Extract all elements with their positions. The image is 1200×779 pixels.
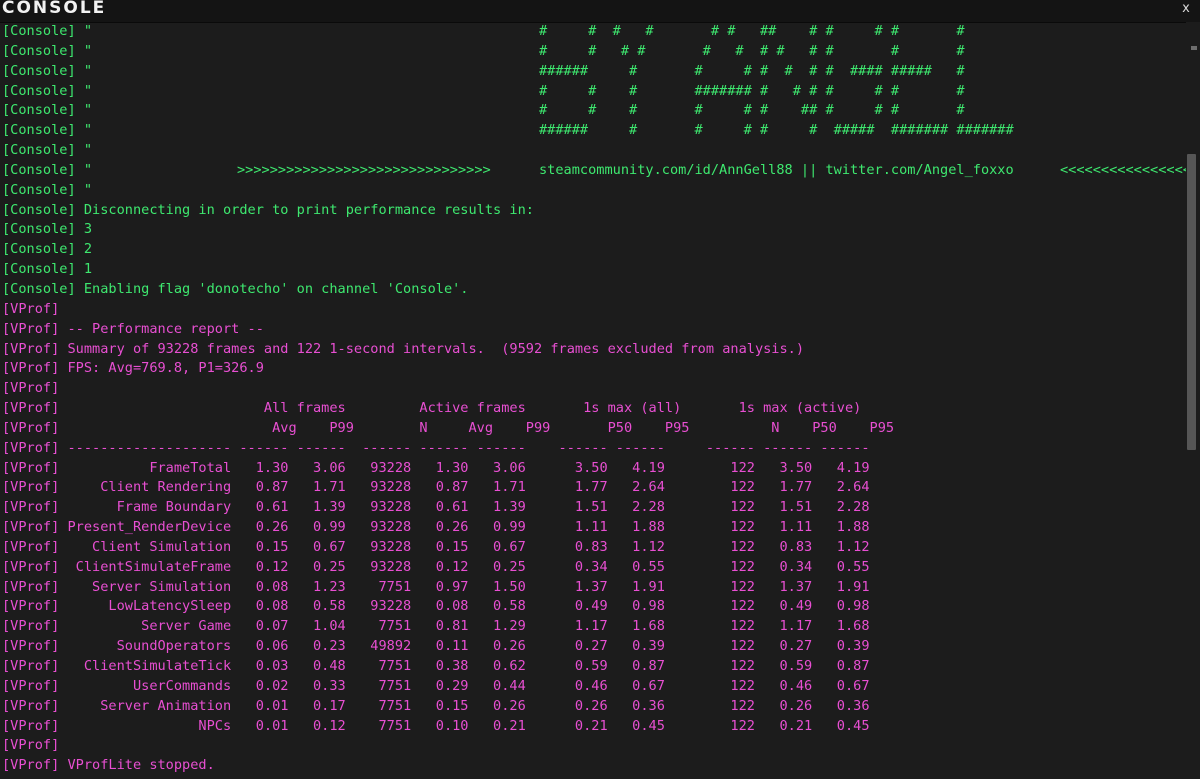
- line-text: [VProf] Client Rendering 0.87 1.71 93228…: [2, 479, 870, 496]
- vprof-line: [VProf] ClientSimulateTick 0.03 0.48 775…: [0, 657, 1186, 677]
- profile-links: steamcommunity.com/id/AnnGell88 || twitt…: [539, 161, 1014, 178]
- line-text: [Console] 1: [2, 261, 93, 278]
- vprof-line: [VProf] LowLatencySleep 0.08 0.58 93228 …: [0, 597, 1186, 617]
- vprof-line: [VProf]: [0, 736, 1186, 756]
- line-text: [VProf] -- Performance report --: [2, 320, 264, 337]
- vprof-line: [VProf] NPCs 0.01 0.12 7751 0.10 0.21 0.…: [0, 717, 1186, 737]
- ascii-art-row: ###### # # # # # # # #### ##### #: [539, 62, 965, 79]
- ascii-art-row: # # # # # # # # # # # #: [539, 42, 965, 59]
- line-text: [VProf] NPCs 0.01 0.12 7751 0.10 0.21 0.…: [2, 717, 870, 734]
- vprof-line: [VProf] ClientSimulateFrame 0.12 0.25 93…: [0, 558, 1186, 578]
- console-line: [Console] 2: [0, 240, 1186, 260]
- vprof-line: [VProf] Frame Boundary 0.61 1.39 93228 0…: [0, 498, 1186, 518]
- line-text: [VProf] FrameTotal 1.30 3.06 93228 1.30 …: [2, 459, 870, 476]
- console-line: [Console] " ###### # # # # # ##### ######…: [0, 121, 1186, 141]
- arrows-left: >>>>>>>>>>>>>>>>>>>>>>>>>>>>>>>: [237, 161, 491, 178]
- vprof-line: [VProf] Server Animation 0.01 0.17 7751 …: [0, 697, 1186, 717]
- ascii-art-row: # # # # # # ## # # # #: [539, 102, 965, 119]
- console-line: [Console] " ###### # # # # # # # #### ###…: [0, 62, 1186, 82]
- line-text: [VProf]: [2, 380, 60, 397]
- vprof-line: [VProf] FPS: Avg=769.8, P1=326.9: [0, 359, 1186, 379]
- vprof-line: [VProf] -- Performance report --: [0, 320, 1186, 340]
- console-line: [Console] 1: [0, 260, 1186, 280]
- line-text: [VProf] Server Simulation 0.08 1.23 7751…: [2, 578, 870, 595]
- line-text: [Console] Enabling flag 'donotecho' on c…: [2, 280, 469, 297]
- console-line: [Console] Disconnecting in order to prin…: [0, 201, 1186, 221]
- vprof-line: [VProf] -------------------- ------ ----…: [0, 439, 1186, 459]
- vprof-line: [VProf] Client Simulation 0.15 0.67 9322…: [0, 538, 1186, 558]
- line-text: [Console] ": [2, 122, 93, 139]
- vprof-line: [VProf] Server Simulation 0.08 1.23 7751…: [0, 578, 1186, 598]
- scrollbar-up-arrow-icon[interactable]: [1191, 46, 1197, 50]
- line-text: [Console] ": [2, 82, 93, 99]
- line-text: [VProf] ClientSimulateTick 0.03 0.48 775…: [2, 658, 870, 674]
- line-text: [Console] ": [2, 161, 93, 178]
- line-text: [VProf]: [2, 300, 60, 317]
- console-line: [Console] " # # # # # # # # # # # #: [0, 42, 1186, 62]
- console-output[interactable]: [Console] " # # # # # # ## # # # # # [Cons…: [0, 22, 1186, 779]
- arrows-right: <<<<<<<<<<<<<<<<: [1060, 161, 1186, 178]
- scrollbar-thumb[interactable]: [1187, 154, 1196, 450]
- line-text: [Console] 2: [2, 241, 93, 258]
- console-line: [Console] " # # # ####### # # # # # # #: [0, 82, 1186, 102]
- vprof-line: [VProf] UserCommands 0.02 0.33 7751 0.29…: [0, 677, 1186, 697]
- line-text: [VProf] LowLatencySleep 0.08 0.58 93228 …: [2, 598, 870, 615]
- vprof-line: [VProf]: [0, 379, 1186, 399]
- vprof-line: [VProf] VProfLite stopped.: [0, 756, 1186, 776]
- line-text: [VProf] -------------------- ------ ----…: [2, 439, 870, 456]
- ascii-art-row: # # # ####### # # # # # # #: [539, 82, 965, 99]
- line-text: [Console] Disconnecting in order to prin…: [2, 201, 534, 218]
- vprof-line: [VProf]: [0, 300, 1186, 320]
- console-line: [Console] " # # # # # # ## # # # #: [0, 101, 1186, 121]
- console-line: [Console] " # # # # # # ## # # # # #: [0, 22, 1186, 42]
- line-text: [VProf] Present_RenderDevice 0.26 0.99 9…: [2, 519, 870, 536]
- line-text: [VProf] SoundOperators 0.06 0.23 49892 0…: [2, 638, 870, 655]
- console-line: [Console] Enabling flag 'donotecho' on c…: [0, 280, 1186, 300]
- line-text: [VProf] VProfLite stopped.: [2, 757, 215, 774]
- line-text: [Console] ": [2, 181, 93, 198]
- vprof-line: [VProf] All frames Active frames 1s max …: [0, 399, 1186, 419]
- vprof-line: [VProf] Summary of 93228 frames and 122 …: [0, 340, 1186, 360]
- vprof-line: [VProf] SoundOperators 0.06 0.23 49892 0…: [0, 637, 1186, 657]
- line-text: [Console] 3: [2, 221, 93, 238]
- line-text: [VProf] All frames Active frames 1s max …: [2, 400, 862, 417]
- line-text: [VProf] Server Game 0.07 1.04 7751 0.81 …: [2, 618, 870, 635]
- ascii-art-row: # # # # # # ## # # # # #: [539, 23, 965, 39]
- vprof-line: [VProf] Client Rendering 0.87 1.71 93228…: [0, 478, 1186, 498]
- line-text: [Console] ": [2, 62, 93, 79]
- line-text: [Console] ": [2, 42, 93, 59]
- line-text: [VProf] Avg P99 N Avg P99 P50 P95 N P50 …: [2, 419, 895, 436]
- line-text: [VProf] Client Simulation 0.15 0.67 9322…: [2, 538, 870, 555]
- line-text: [Console] ": [2, 102, 93, 119]
- console-line: [Console] " >>>>>>>>>>>>>>>>>>>>>>>>>>>>>…: [0, 161, 1186, 181]
- line-text: [VProf] ClientSimulateFrame 0.12 0.25 93…: [2, 558, 870, 575]
- line-text: [VProf] FPS: Avg=769.8, P1=326.9: [2, 360, 264, 377]
- close-icon[interactable]: x: [1178, 1, 1194, 17]
- console-line: [Console] ": [0, 141, 1186, 161]
- vprof-line: [VProf] Present_RenderDevice 0.26 0.99 9…: [0, 518, 1186, 538]
- line-text: [VProf] Frame Boundary 0.61 1.39 93228 0…: [2, 499, 870, 516]
- console-line: [Console] 3: [0, 220, 1186, 240]
- line-text: [VProf] Server Animation 0.01 0.17 7751 …: [2, 697, 870, 714]
- window-title: CONSOLE: [2, 0, 107, 18]
- console-window: CONSOLE x [Console] " # # # # # # ## # # …: [0, 0, 1200, 779]
- console-line: [Console] ": [0, 181, 1186, 201]
- vprof-line: [VProf] Avg P99 N Avg P99 P50 P95 N P50 …: [0, 419, 1186, 439]
- line-text: [VProf] Summary of 93228 frames and 122 …: [2, 340, 805, 357]
- line-text: [VProf] UserCommands 0.02 0.33 7751 0.29…: [2, 677, 870, 694]
- vprof-line: [VProf] FrameTotal 1.30 3.06 93228 1.30 …: [0, 459, 1186, 479]
- title-bar: CONSOLE x: [0, 0, 1200, 23]
- vprof-line: [VProf] Server Game 0.07 1.04 7751 0.81 …: [0, 617, 1186, 637]
- line-text: [Console] ": [2, 23, 93, 39]
- ascii-art-row: ###### # # # # # ##### ####### #######: [539, 122, 1014, 139]
- line-text: [Console] ": [2, 142, 93, 159]
- line-text: [VProf]: [2, 737, 60, 754]
